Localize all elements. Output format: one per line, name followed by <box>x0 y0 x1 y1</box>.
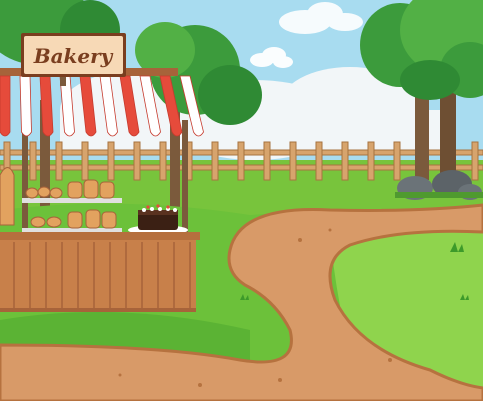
fence-post <box>289 141 297 181</box>
fence-post <box>107 141 115 181</box>
awning-stripe <box>19 75 32 137</box>
sign-text: Bakery <box>33 44 114 68</box>
stall-base <box>0 308 196 312</box>
fence-post <box>29 141 37 181</box>
fence-post <box>341 141 349 181</box>
fence-post <box>263 141 271 181</box>
fence-post <box>237 141 245 181</box>
stall-post <box>182 120 188 240</box>
fence-post <box>159 141 167 181</box>
stall-counter-top <box>0 232 200 240</box>
stall-post <box>22 120 28 240</box>
fence-post <box>367 141 375 181</box>
fence-post <box>133 141 141 181</box>
fence-post <box>81 141 89 181</box>
fence-post <box>315 141 323 181</box>
bread-shelf <box>22 198 122 203</box>
fence-post <box>471 141 479 181</box>
fence-post <box>55 141 63 181</box>
fence-post <box>211 141 219 181</box>
sign-post <box>60 76 66 86</box>
bread-loaf-icon <box>0 167 15 226</box>
fence-post <box>393 141 401 181</box>
bakery-park-scene: Bakery <box>0 0 483 401</box>
awning-stripe <box>0 75 11 137</box>
